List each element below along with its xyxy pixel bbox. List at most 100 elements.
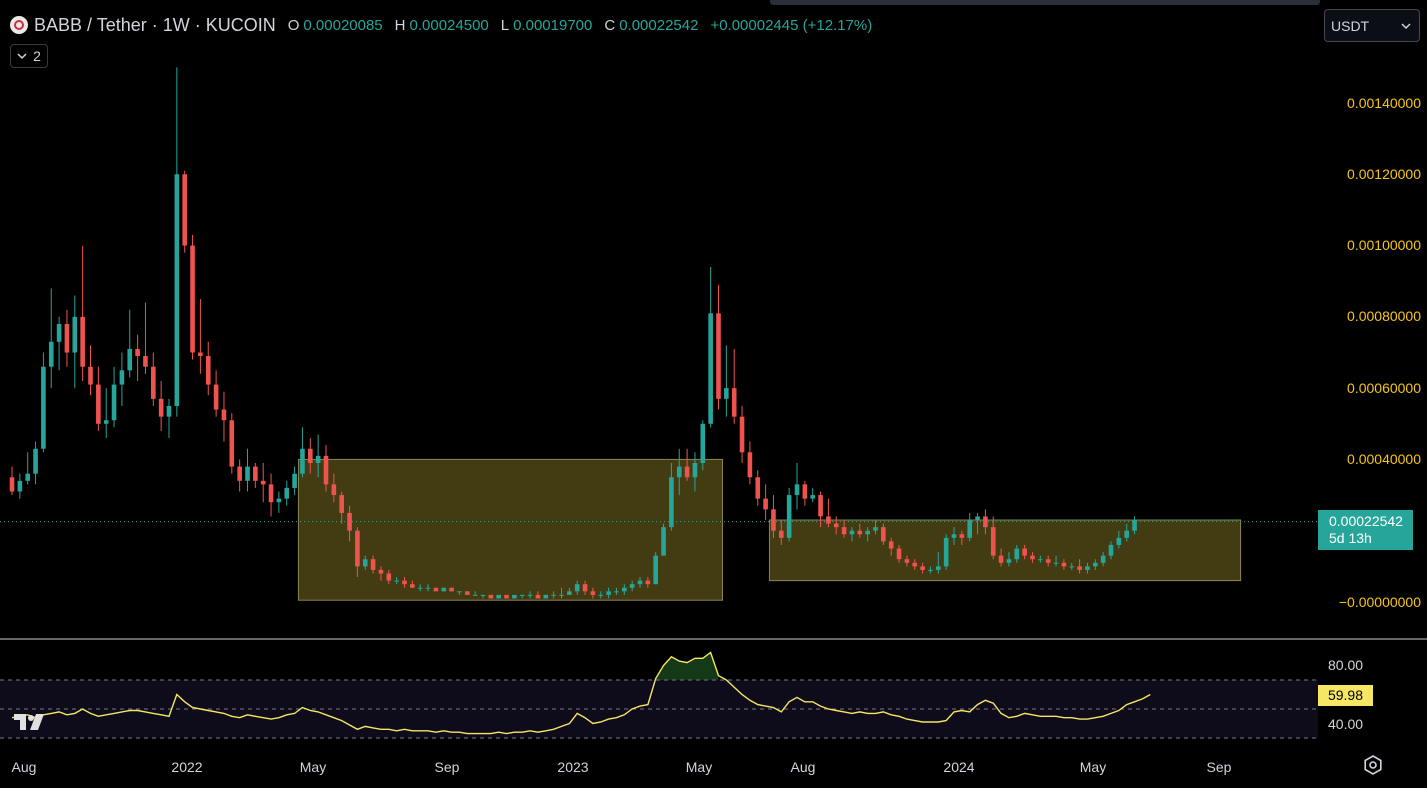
candle — [198, 299, 203, 374]
candle-body — [676, 466, 682, 478]
candle-body — [355, 530, 360, 567]
price-axis-label: 0.00140000 — [1347, 95, 1421, 111]
candle — [33, 441, 38, 485]
chart-area[interactable] — [0, 0, 1427, 783]
currency-select[interactable]: USDT — [1324, 9, 1420, 42]
candle-body — [441, 587, 447, 592]
candle-body — [284, 487, 290, 499]
candle — [794, 462, 800, 510]
candle — [496, 594, 501, 599]
candle — [17, 473, 23, 499]
candle-body — [559, 594, 564, 596]
candle-body — [300, 448, 305, 474]
candle-body — [488, 594, 494, 599]
price-axis-label: 0.00040000 — [1347, 451, 1421, 467]
candle-body — [151, 366, 156, 399]
candle-body — [802, 484, 808, 499]
candle — [802, 480, 808, 506]
candle-body — [904, 559, 910, 563]
candle — [433, 587, 439, 592]
candle-body — [1108, 544, 1114, 556]
low-value: 0.00019700 — [513, 16, 593, 34]
change-value: +0.00002445 (+12.17%) — [710, 16, 873, 34]
candle-body — [72, 316, 78, 353]
tradingview-logo-icon[interactable] — [12, 710, 54, 732]
ohlc-values: O 0.00020085 H 0.00024500 L 0.00019700 C 0.0… — [288, 17, 873, 34]
candle-body — [465, 591, 470, 595]
candle-body — [1022, 548, 1027, 556]
candle-body — [928, 569, 933, 571]
candle-body — [622, 587, 627, 592]
candle-body — [818, 495, 823, 517]
price-axis-label: 0.00060000 — [1347, 380, 1421, 396]
candle — [724, 345, 729, 417]
time-axis-label: May — [1079, 759, 1107, 775]
symbol-pair-title[interactable]: BABB / Tether · 1W · KUCOIN — [34, 15, 276, 36]
candle — [716, 284, 721, 410]
settings-gear-icon[interactable] — [1362, 754, 1384, 776]
candle-body — [1116, 537, 1122, 545]
candle-body — [143, 356, 148, 367]
last-price-value: 0.00022542 — [1329, 513, 1403, 529]
candle — [205, 341, 211, 396]
candle-body — [370, 559, 376, 570]
time-axis-label: 2024 — [943, 759, 975, 775]
candle-body — [56, 323, 62, 342]
candle-body — [1093, 562, 1098, 567]
chart-canvas[interactable] — [0, 0, 1427, 783]
price-axis-label: 0.00080000 — [1347, 308, 1421, 324]
candle — [221, 391, 227, 442]
candle-body — [17, 480, 23, 492]
candle-body — [174, 174, 180, 406]
candle-body — [48, 341, 54, 367]
candle-body — [480, 594, 486, 596]
candle-body — [237, 466, 242, 481]
candle-body — [661, 527, 666, 556]
candle-body — [700, 423, 706, 463]
candle-body — [1069, 566, 1075, 568]
candle — [103, 388, 109, 439]
candle-body — [1045, 559, 1051, 563]
candle — [135, 334, 140, 382]
candle-body — [865, 530, 870, 535]
candle — [174, 67, 180, 417]
candle-body — [512, 594, 517, 599]
time-axis-label: May — [299, 759, 327, 775]
last-price-tag: 0.00022542 5d 13h — [1318, 510, 1413, 550]
candle — [653, 552, 658, 585]
candle — [826, 498, 831, 528]
candle-body — [724, 388, 729, 399]
candle-body — [9, 477, 15, 492]
symbol-legend[interactable]: BABB / Tether · 1W · KUCOIN O 0.00020085 … — [10, 13, 872, 37]
candle — [158, 381, 164, 431]
time-axis-label: 2023 — [557, 759, 589, 775]
candle-body — [912, 562, 918, 567]
candle-body — [433, 587, 439, 592]
candle-body — [425, 587, 431, 589]
rsi-axis-label: 40.00 — [1328, 716, 1364, 732]
candle-body — [943, 537, 949, 567]
indicators-toggle-button[interactable]: 2 — [10, 44, 48, 68]
candle-body — [951, 534, 957, 538]
candle-body — [504, 594, 509, 599]
candle-body — [1077, 566, 1082, 570]
time-axis-label: Sep — [1206, 759, 1232, 775]
candle-body — [166, 405, 172, 417]
candle-body — [771, 509, 776, 531]
candle-body — [653, 555, 658, 585]
candle-body — [833, 523, 839, 528]
candle-body — [229, 420, 235, 467]
candle-body — [135, 348, 140, 357]
candle-body — [64, 323, 70, 353]
candle-body — [826, 516, 831, 524]
candle — [292, 466, 297, 496]
candle — [543, 594, 549, 599]
candle — [80, 245, 85, 382]
candle-body — [708, 313, 713, 424]
candle — [708, 266, 713, 428]
candle-body — [1061, 562, 1067, 567]
candle — [786, 487, 792, 542]
candle-body — [190, 245, 195, 353]
candle-body — [543, 594, 549, 599]
candle — [512, 594, 517, 599]
